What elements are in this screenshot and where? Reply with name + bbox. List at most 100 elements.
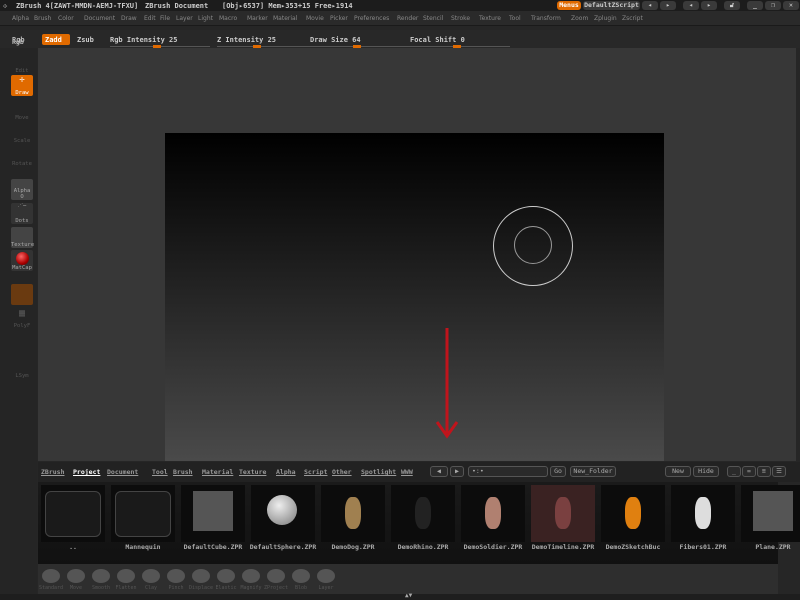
standard-brush-icon[interactable] [42,569,60,583]
clay-brush-icon[interactable] [142,569,160,583]
menu-stencil[interactable]: Stencil [423,15,443,22]
canvas[interactable] [165,133,664,461]
move-button[interactable]: Move [11,100,33,121]
rotate-button[interactable]: Rotate [11,146,33,167]
lightbox-item[interactable] [321,485,385,542]
path-field[interactable]: •:• [468,466,548,477]
color-prev-icon[interactable]: ◂ [683,1,699,10]
menu-brush[interactable]: Brush [34,15,51,22]
edit-button[interactable]: Edit [11,53,33,74]
expand-arrows-icon[interactable]: ▲▼ [405,592,412,599]
layer-brush-icon[interactable] [317,569,335,583]
lightbox-item[interactable] [741,485,800,542]
lightbox-tab-spotlight[interactable]: Spotlight [361,468,396,476]
menu-zoom[interactable]: Zoom [571,15,588,22]
menus-button[interactable]: Menus [557,1,581,10]
default-zscript-button[interactable]: DefaultZScript [583,1,640,10]
lightbox-tab-alpha[interactable]: Alpha [276,468,296,476]
menu-light[interactable]: Light [198,15,213,22]
zsub-button[interactable]: Zsub [77,36,94,44]
layout-prev-icon[interactable]: ◂ [642,1,658,10]
lightbox-item[interactable] [251,485,315,542]
go-button[interactable]: Go [550,466,566,477]
menu-movie[interactable]: Movie [306,15,324,22]
elastic-brush-icon[interactable] [217,569,235,583]
alpha-button[interactable]: Alpha O [11,179,33,200]
zadd-button[interactable]: Zadd [42,34,70,45]
blob-brush-icon[interactable] [292,569,310,583]
stroke-dots-button[interactable]: ⋰⋯ Dots [11,203,33,224]
close-icon[interactable]: ✕ [783,1,799,10]
menu-zplugin[interactable]: Zplugin [594,15,617,22]
nav-forward-icon[interactable]: ▶ [450,466,464,477]
lightbox-tab-texture[interactable]: Texture [239,468,266,476]
menu-color[interactable]: Color [58,15,74,22]
menu-layer[interactable]: Layer [176,15,193,22]
menu-macro[interactable]: Macro [219,15,237,22]
hide-button[interactable]: Hide [693,466,719,477]
lightbox-tab-material[interactable]: Material [202,468,233,476]
restore-icon[interactable]: ❐ [765,1,781,10]
menu-file[interactable]: File [160,15,170,22]
menu-stroke[interactable]: Stroke [451,15,470,22]
displace-brush-icon[interactable] [192,569,210,583]
lightbox-item[interactable] [181,485,245,542]
color-next-icon[interactable]: ▸ [701,1,717,10]
menu-transform[interactable]: Transform [531,15,561,22]
lightbox-tab-tool[interactable]: Tool [152,468,168,476]
zproject-brush-icon[interactable] [267,569,285,583]
menu-alpha[interactable]: Alpha [12,15,29,22]
new-button[interactable]: New [665,466,691,477]
new-folder-button[interactable]: New_Folder [570,466,616,477]
menu-material[interactable]: Material [273,15,297,22]
lightbox-tab-document[interactable]: Document [107,468,138,476]
draw-size-slider[interactable]: Draw Size 64 [310,36,410,48]
lightbox-tab-script[interactable]: Script [304,468,327,476]
smooth-brush-icon[interactable] [92,569,110,583]
lightbox-item[interactable] [111,485,175,542]
matcap-button[interactable]: MatCap [11,250,33,271]
menu-document[interactable]: Document [84,15,115,22]
lightbox-item[interactable] [461,485,525,542]
view-1-row-icon[interactable]: _ [727,466,741,477]
menu-texture[interactable]: Texture [479,15,501,22]
lightbox-tab-project[interactable]: Project [73,468,100,476]
scale-button[interactable]: Scale [11,123,33,144]
lsym-button[interactable]: LSym [11,358,33,379]
pinch-brush-icon[interactable] [167,569,185,583]
polyf-button[interactable]: ▦ PolyF [11,308,33,329]
z-intensity-slider[interactable]: Z Intensity 25 [217,36,317,48]
menu-picker[interactable]: Picker [330,15,348,22]
minimize-icon[interactable]: _ [747,1,763,10]
lightbox-item[interactable] [391,485,455,542]
focal-shift-slider[interactable]: Focal Shift 0 [410,36,510,48]
menu-marker[interactable]: Marker [247,15,268,22]
view-4-row-icon[interactable]: ☰ [772,466,786,477]
menu-zscript[interactable]: Zscript [622,15,643,22]
lock-icon[interactable]: 🔓︎ [724,1,740,10]
magnify-brush-icon[interactable] [242,569,260,583]
color-swatch-button[interactable] [11,284,33,305]
lightbox-tab-brush[interactable]: Brush [173,468,193,476]
view-2-row-icon[interactable]: = [742,466,756,477]
view-3-row-icon[interactable]: ≡ [757,466,771,477]
menu-tool[interactable]: Tool [509,15,521,22]
draw-button[interactable]: ✛ Draw [11,75,33,96]
lightbox-item[interactable] [531,485,595,542]
menu-draw[interactable]: Draw [121,15,137,22]
lightbox-item[interactable] [671,485,735,542]
lightbox-item[interactable] [601,485,665,542]
texture-button[interactable]: Texture [11,227,34,248]
menu-render[interactable]: Render [397,15,418,22]
lightbox-tab-other[interactable]: Other [332,468,352,476]
rgb-intensity-slider[interactable]: Rgb Intensity 25 [110,36,210,48]
lightbox-item[interactable] [41,485,105,542]
menu-preferences[interactable]: Preferences [354,15,389,22]
nav-back-icon[interactable]: ◀ [430,466,448,477]
menu-edit[interactable]: Edit [144,15,156,22]
lightbox-tab-www[interactable]: WWW [401,468,413,476]
layout-next-icon[interactable]: ▸ [660,1,676,10]
move-brush-icon[interactable] [67,569,85,583]
lightbox-tab-zbrush[interactable]: ZBrush [41,468,64,476]
flatten-brush-icon[interactable] [117,569,135,583]
